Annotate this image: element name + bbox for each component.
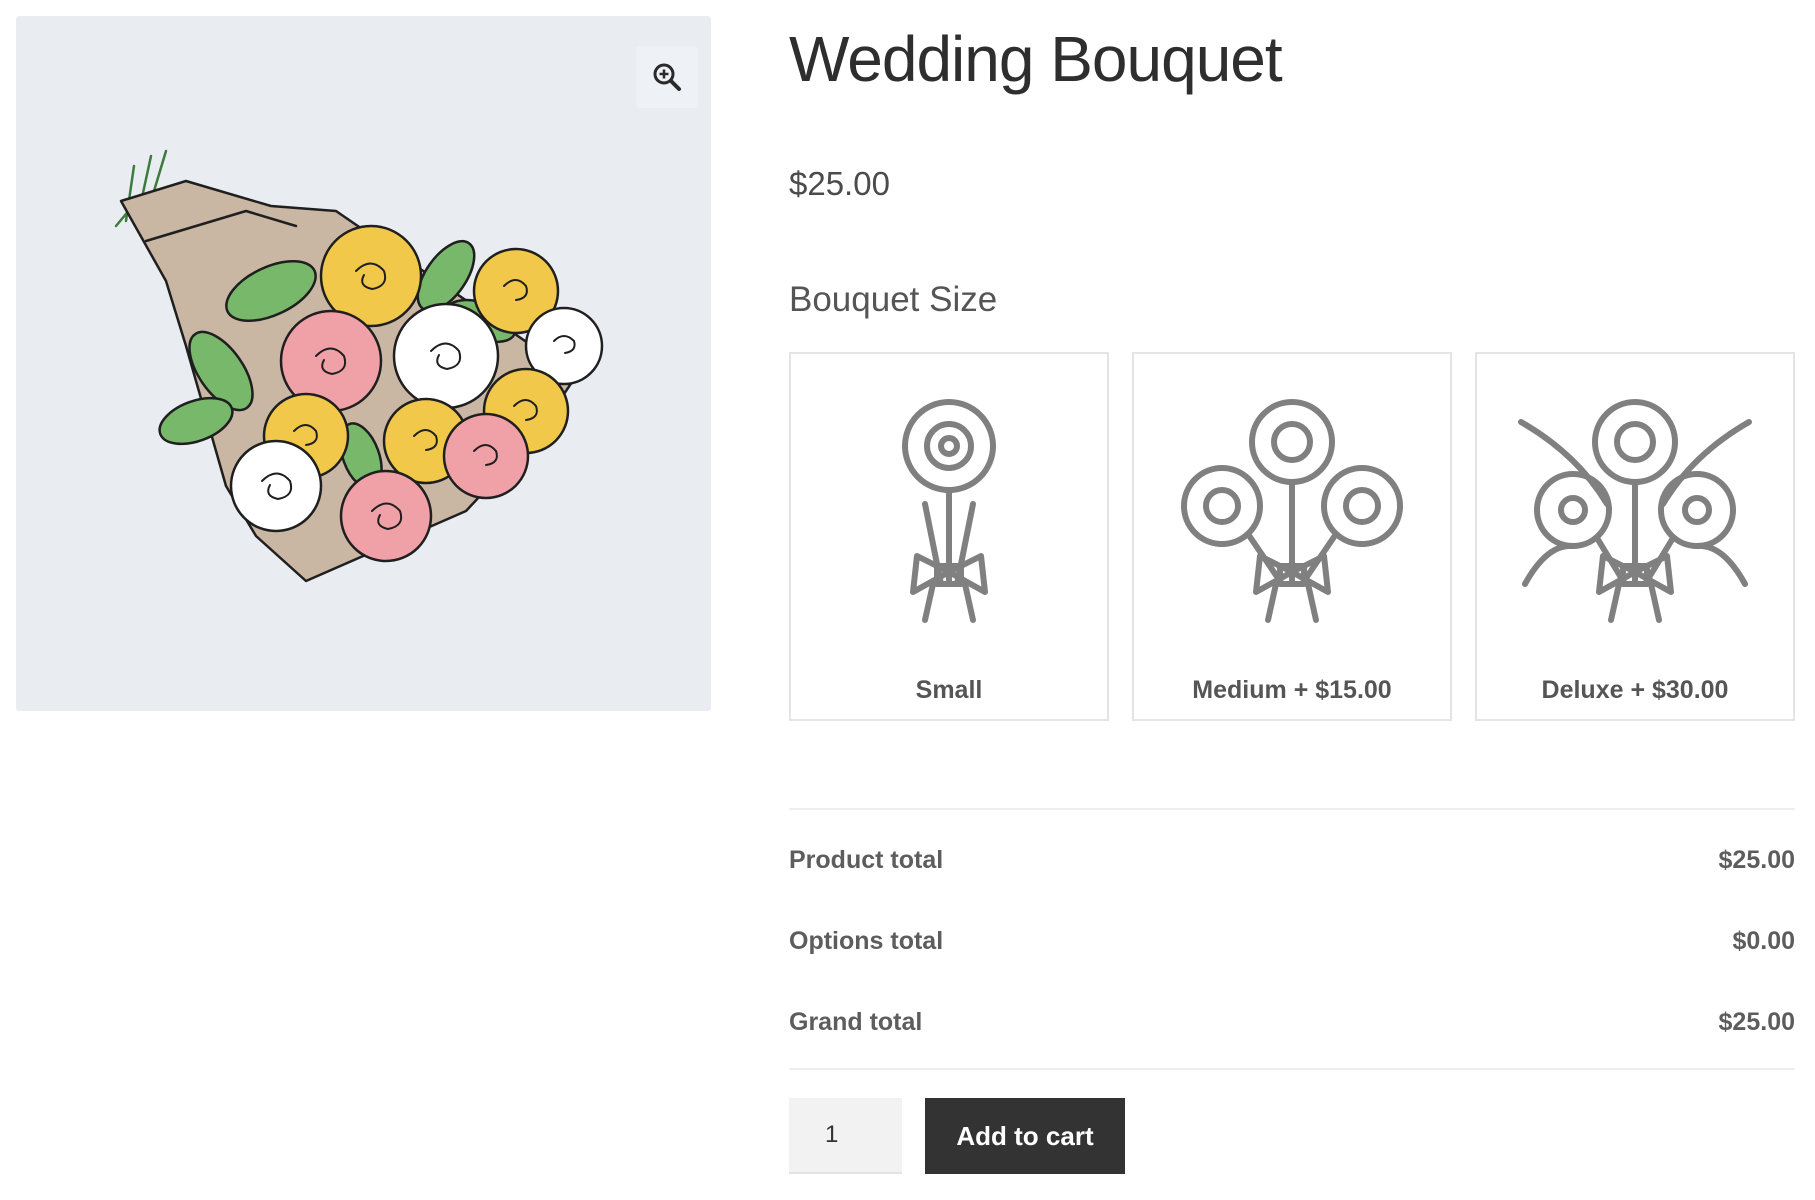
grand-total-label: Grand total [789,1008,923,1036]
product-image-gallery [16,16,711,711]
product-title: Wedding Bouquet [789,23,1283,95]
option-medium[interactable]: Medium + $15.00 [1132,352,1452,721]
deluxe-bouquet-icon [1518,399,1752,623]
bouquet-size-options: Small Medium + $15.00 Deluxe + $30.00 [789,352,1795,725]
zoom-button[interactable] [636,46,698,108]
option-deluxe[interactable]: Deluxe + $30.00 [1475,352,1795,721]
product-total-label: Product total [789,846,944,874]
option-small-label: Small [915,676,983,704]
medium-bouquet-icon [1181,399,1403,623]
product-summary: Wedding Bouquet $25.00 Bouquet Size Smal… [789,0,1795,1200]
quantity-input[interactable] [789,1098,902,1174]
options-total-value: $0.00 [1732,927,1795,955]
grand-total-row: Grand total $25.00 [789,1008,1795,1042]
small-bouquet-icon [902,399,996,623]
add-to-cart-button[interactable]: Add to cart [925,1098,1125,1174]
product-total-value: $25.00 [1718,846,1795,874]
options-total-label: Options total [789,927,944,955]
option-group-label: Bouquet Size [789,280,998,319]
option-small[interactable]: Small [789,352,1109,721]
bouquet-illustration [114,149,604,583]
options-total-row: Options total $0.00 [789,927,1795,961]
grand-total-value: $25.00 [1718,1008,1795,1036]
zoom-in-icon [653,63,681,91]
option-deluxe-label: Deluxe + $30.00 [1541,676,1729,704]
product-price: $25.00 [789,165,890,202]
product-total-row: Product total $25.00 [789,846,1795,880]
totals-section: Product total $25.00 Options total $0.00… [789,808,1795,1070]
option-medium-label: Medium + $15.00 [1192,676,1392,704]
